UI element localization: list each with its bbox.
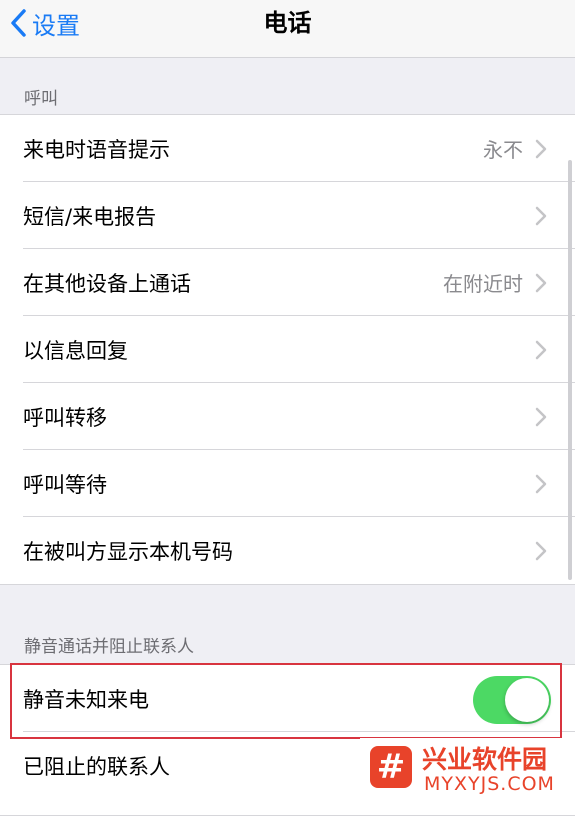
chevron-right-icon [535,273,549,293]
chevron-right-icon [535,340,549,360]
row-label: 呼叫等待 [23,472,107,497]
row-label: 呼叫转移 [23,405,107,430]
chevron-right-icon [535,139,549,159]
calls-settings-group: 来电时语音提示 永不 短信/来电报告 在其他设备上通话 在附近时 以信息回复 呼… [0,114,575,585]
chevron-right-icon [535,474,549,494]
watermark-url: MYXYJS.COM [424,773,555,795]
row-call-waiting[interactable]: 呼叫等待 [0,449,575,517]
chevron-right-icon [535,206,549,226]
row-call-forwarding[interactable]: 呼叫转移 [0,382,575,450]
row-label: 以信息回复 [23,338,128,363]
row-value: 在附近时 [443,272,523,296]
chevron-right-icon [535,541,549,561]
row-show-my-caller-id[interactable]: 在被叫方显示本机号码 [0,516,575,584]
row-voice-announce-calls[interactable]: 来电时语音提示 永不 [0,115,575,182]
section-header-calls: 呼叫 [24,89,58,109]
section-header-silence-block: 静音通话并阻止联系人 [24,637,194,657]
row-label: 在被叫方显示本机号码 [23,539,233,564]
row-sms-call-reporting[interactable]: 短信/来电报告 [0,181,575,249]
row-value: 永不 [483,138,523,162]
row-calls-on-other-devices[interactable]: 在其他设备上通话 在附近时 [0,248,575,316]
row-label: 来电时语音提示 [23,137,170,162]
row-label: 短信/来电报告 [23,204,157,229]
highlight-box [10,663,562,739]
watermark: # 兴业软件园 MYXYJS.COM [360,738,575,801]
page-title: 电话 [263,9,312,37]
navigation-bar: 设置 电话 [0,0,575,58]
row-respond-with-text[interactable]: 以信息回复 [0,315,575,383]
chevron-right-icon [535,407,549,427]
scroll-indicator [568,160,572,580]
row-label: 在其他设备上通话 [23,271,191,296]
watermark-logo-icon: # [370,746,412,788]
watermark-name: 兴业软件园 [422,745,548,774]
